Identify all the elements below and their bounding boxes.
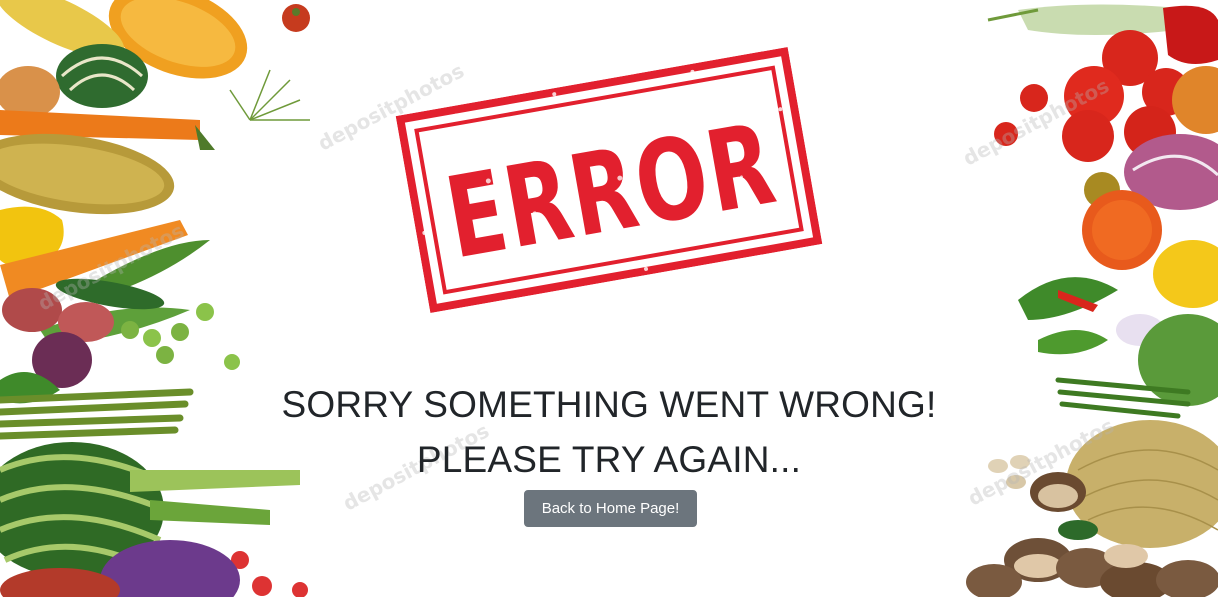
error-message-line2: PLEASE TRY AGAIN... bbox=[416, 439, 802, 480]
back-to-home-button[interactable]: Back to Home Page! bbox=[524, 490, 697, 527]
error-page: depositphotos depositphotos depositphoto… bbox=[0, 0, 1218, 597]
vegetables-right-image bbox=[888, 0, 1218, 597]
error-stamp-image: ERROR bbox=[395, 46, 823, 314]
vegetables-left-image bbox=[0, 0, 330, 597]
error-message-line1: SORRY SOMETHING WENT WRONG! bbox=[281, 384, 937, 425]
